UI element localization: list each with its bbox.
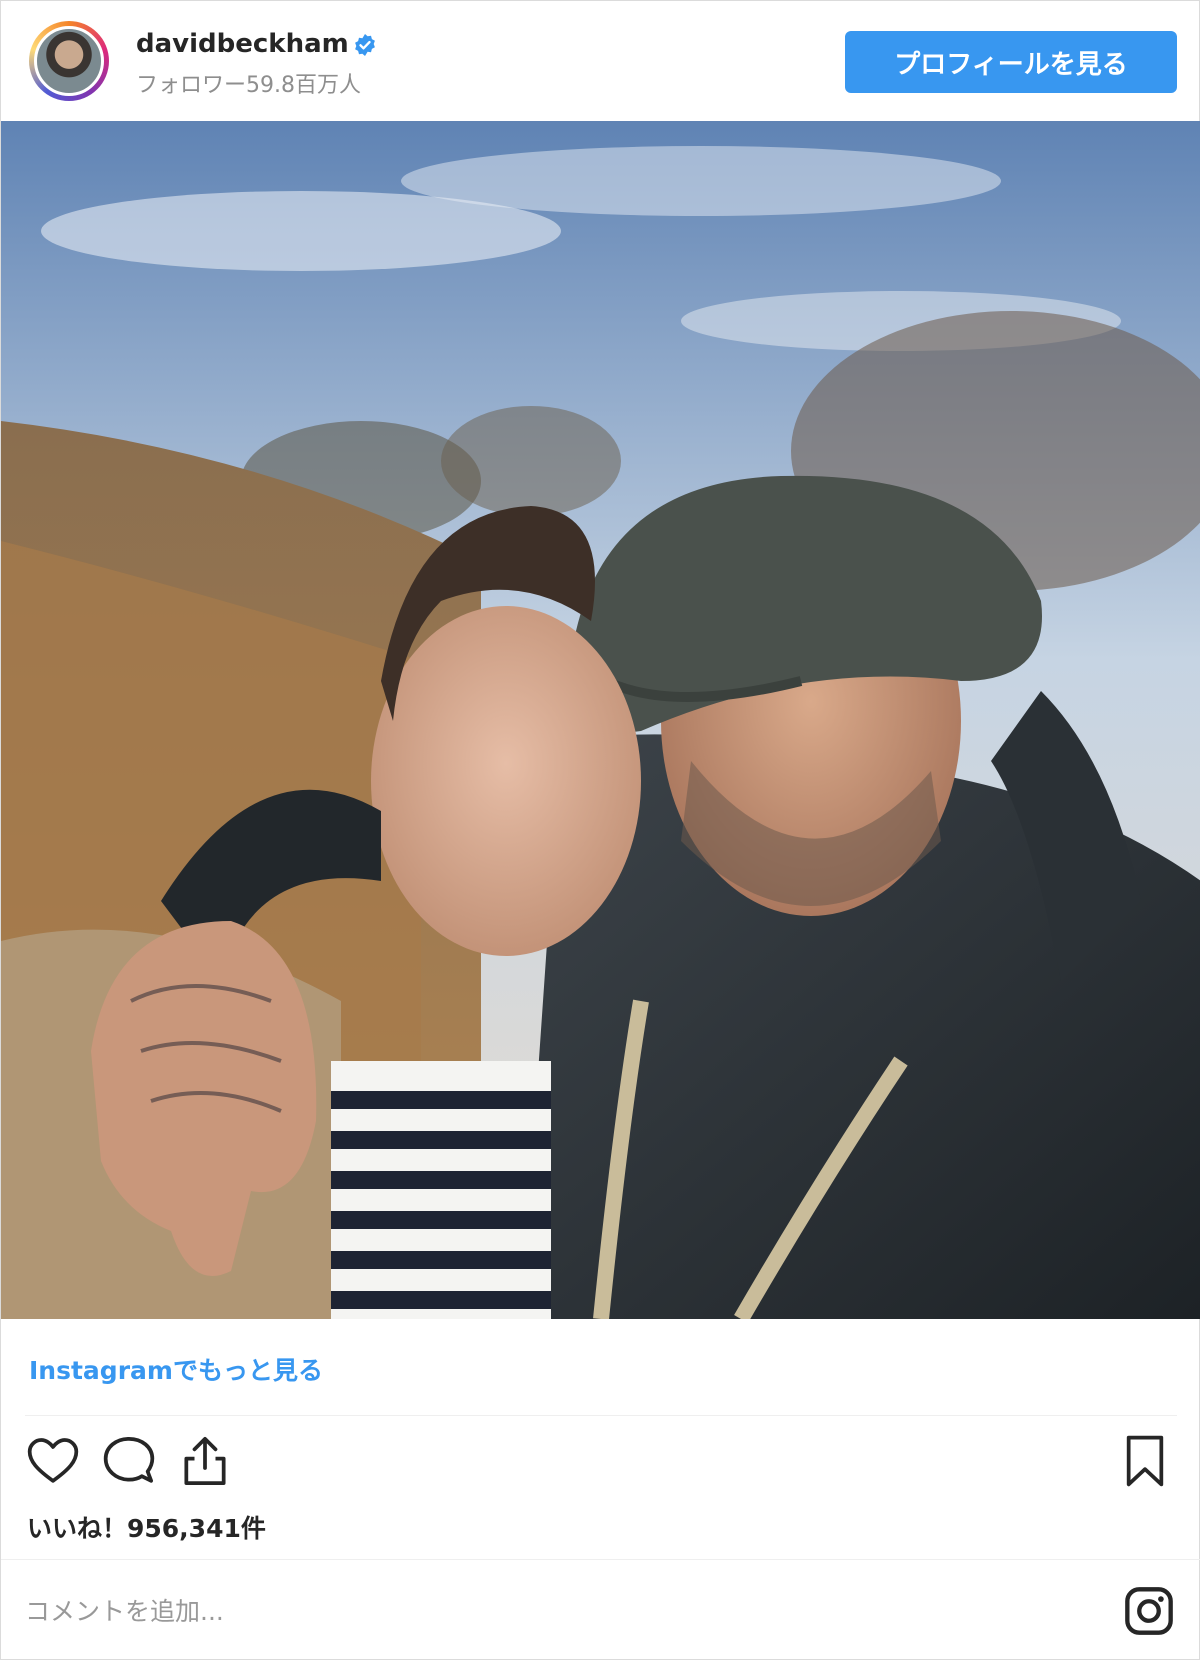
share-icon[interactable] (177, 1433, 233, 1489)
divider (1, 1559, 1200, 1560)
divider (25, 1415, 1177, 1416)
avatar[interactable] (29, 21, 109, 101)
heart-icon[interactable] (25, 1433, 81, 1489)
verified-badge-icon (355, 34, 375, 56)
view-more-on-instagram-link[interactable]: Instagramでもっと見る (29, 1351, 323, 1387)
instagram-embed-card: davidbeckham フォロワー59.8百万人 プロフィールを見る Inst… (0, 0, 1200, 1660)
like-count: いいね！956,341件 (27, 1514, 266, 1543)
follower-count: フォロワー59.8百万人 (136, 73, 361, 98)
username[interactable]: davidbeckham (136, 29, 349, 59)
view-profile-button[interactable]: プロフィールを見る (845, 31, 1177, 93)
instagram-logo-icon[interactable] (1123, 1585, 1175, 1637)
action-bar (25, 1433, 1175, 1493)
bookmark-icon[interactable] (1117, 1433, 1173, 1489)
avatar-image (34, 26, 104, 96)
comment-input[interactable] (25, 1581, 1105, 1641)
post-photo[interactable] (1, 121, 1200, 1319)
comment-icon[interactable] (101, 1433, 157, 1489)
post-header: davidbeckham フォロワー59.8百万人 プロフィールを見る (1, 1, 1200, 121)
